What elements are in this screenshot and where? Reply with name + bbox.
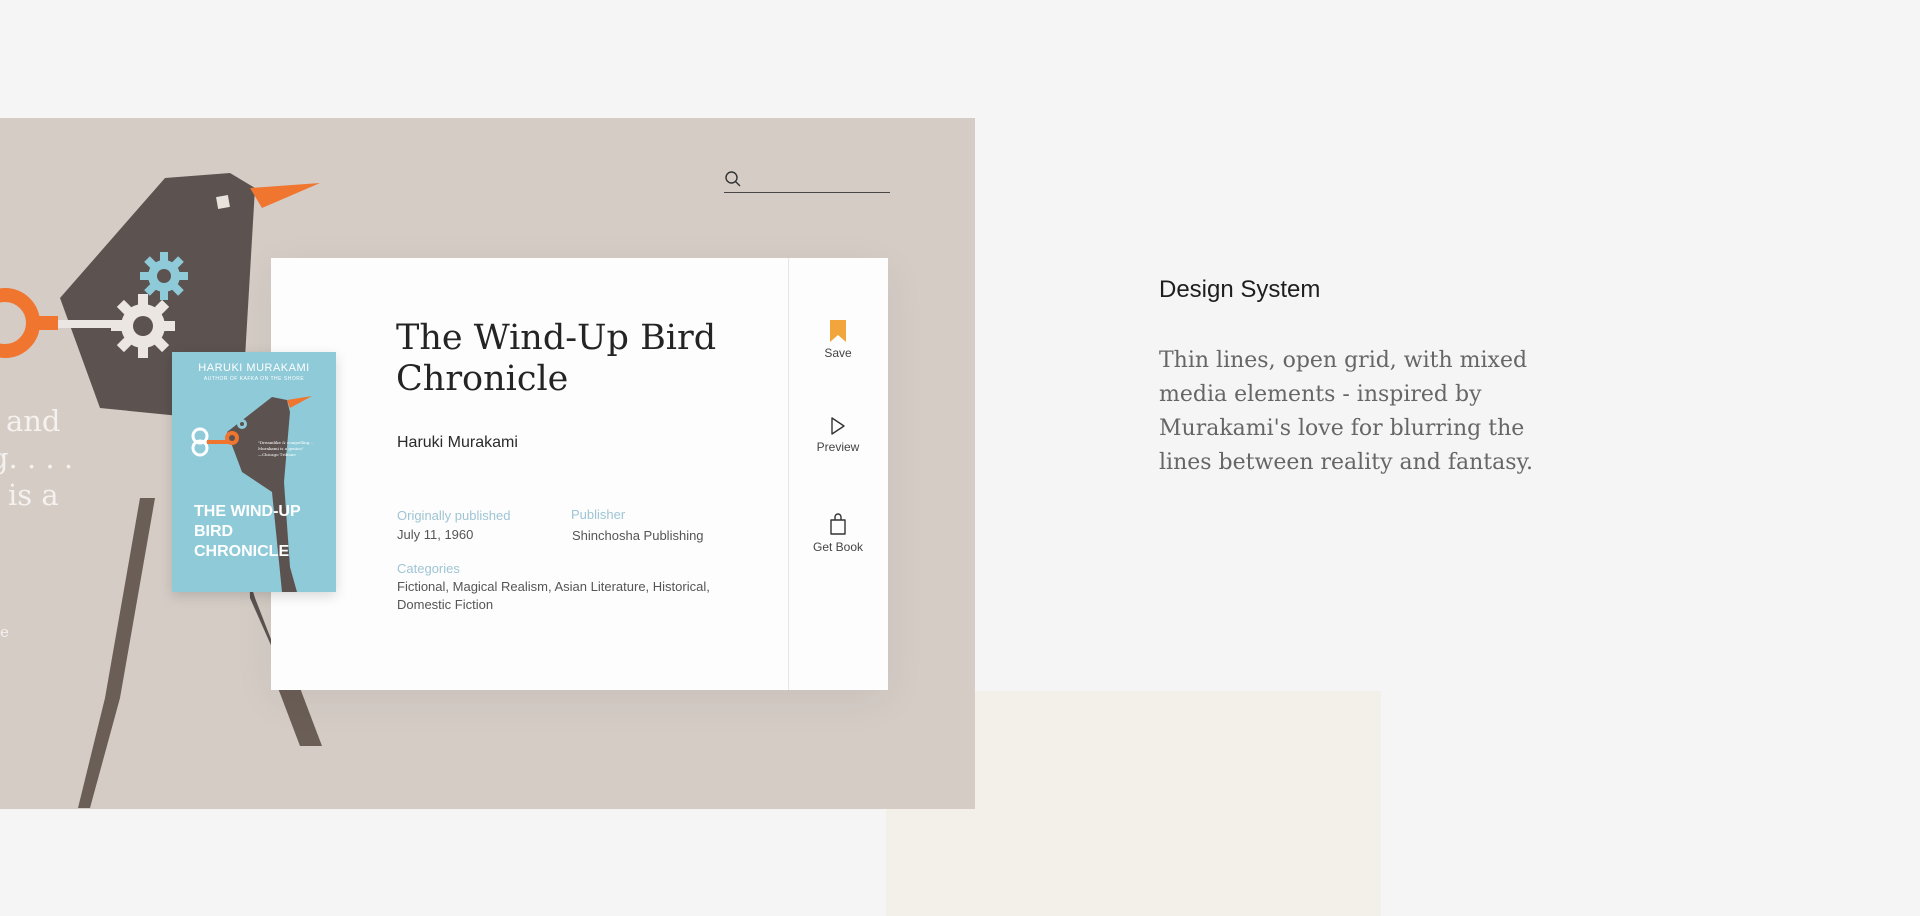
publisher-label: Publisher	[571, 507, 626, 522]
cover-quote-source: —Chicago Tribune	[258, 452, 296, 457]
save-label: Save	[824, 346, 852, 360]
book-cover[interactable]: HARUKI MURAKAMI AUTHOR OF KAFKA ON THE S…	[172, 352, 336, 592]
get-book-label: Get Book	[812, 540, 864, 554]
hero-quote: ke and ing. . . . mi is a	[0, 403, 73, 514]
preview-label: Preview	[816, 440, 860, 454]
hero-link-fragment[interactable]: e	[0, 623, 9, 641]
search-bar[interactable]	[724, 168, 892, 193]
book-title: The Wind-Up Bird Chronicle	[396, 318, 717, 399]
bird-leg-right	[278, 688, 322, 746]
published-value: July 11, 1960	[397, 527, 474, 542]
hero-quote-line: ing. . . .	[0, 441, 74, 475]
book-detail-card: The Wind-Up Bird Chronicle Haruki Muraka…	[271, 258, 888, 690]
design-system-title: Design System	[1159, 276, 1321, 303]
book-author[interactable]: Haruki Murakami	[397, 434, 518, 452]
hero-illustration: ke and ing. . . . mi is a e The Wind-Up …	[0, 118, 975, 809]
bird-leg-left	[78, 498, 155, 808]
design-system-description: Thin lines, open grid, with mixed media …	[1159, 348, 1534, 475]
preview-button[interactable]: Preview	[788, 416, 888, 454]
published-label: Originally published	[397, 508, 511, 523]
cover-title: THE WIND-UP BIRD CHRONICLE	[194, 503, 301, 560]
hero-quote-line: mi is a	[7, 478, 59, 512]
gear-white	[111, 294, 175, 358]
categories-label: Categories	[397, 561, 460, 576]
gear-teal	[140, 252, 188, 300]
shopping-bag-icon	[830, 513, 846, 535]
play-icon	[831, 417, 845, 435]
publisher-value: Shinchosha Publishing	[572, 528, 704, 543]
cover-quote-text: "Dreamlike & compelling... Murakami is a…	[258, 440, 314, 451]
search-input[interactable]	[750, 168, 892, 192]
categories-value: Fictional, Magical Realism, Asian Litera…	[397, 579, 710, 612]
bird-beak	[250, 183, 320, 208]
search-icon[interactable]	[724, 170, 742, 188]
hero-quote-line: ke and	[5, 404, 61, 438]
get-book-button[interactable]: Get Book	[788, 512, 888, 554]
key-shaft	[28, 316, 58, 330]
bird-eye	[216, 195, 230, 209]
cover-quote: "Dreamlike & compelling... Murakami is a…	[258, 440, 328, 458]
save-button[interactable]: Save	[788, 320, 888, 360]
bookmark-icon	[830, 320, 846, 342]
